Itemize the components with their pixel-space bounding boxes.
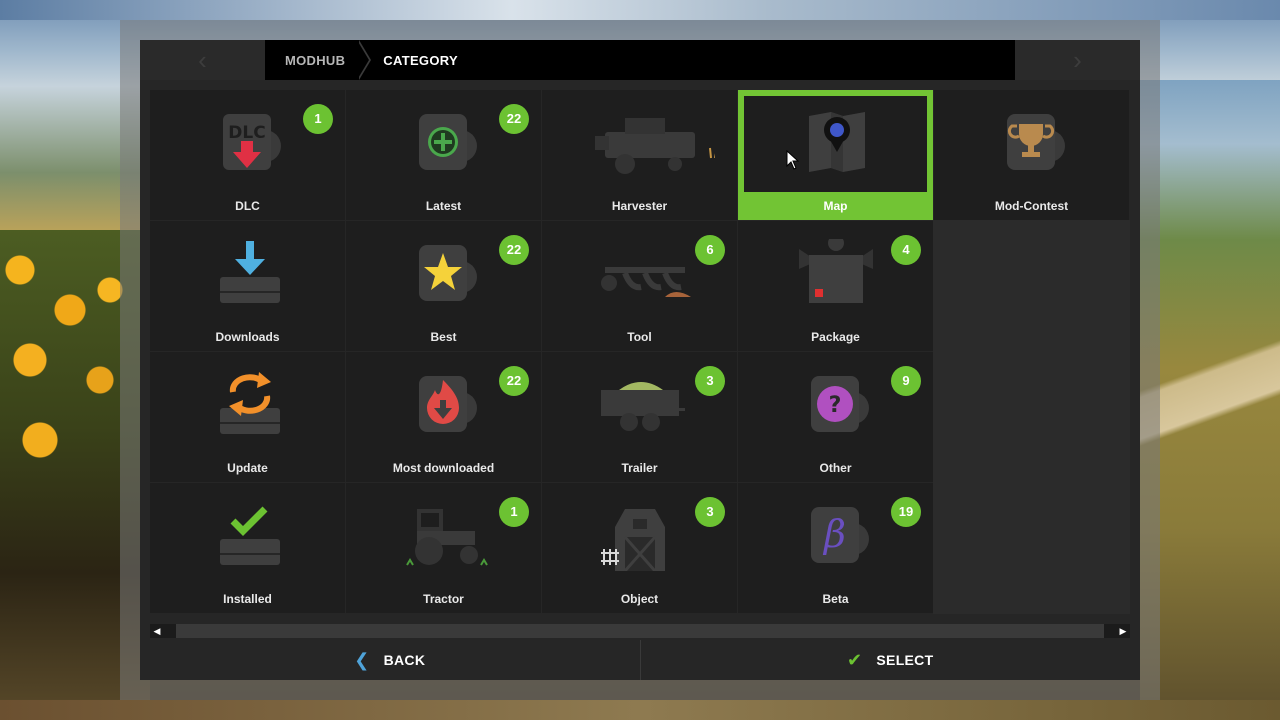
tile-map[interactable]: Map <box>738 90 933 220</box>
tile-label: Package <box>811 330 860 344</box>
tile-trailer[interactable]: 3 Trailer <box>542 352 737 482</box>
harvester-icon <box>594 118 715 174</box>
tile-label: Tractor <box>423 592 464 606</box>
tractor-icon <box>405 509 488 566</box>
select-button[interactable]: ✔ SELECT <box>641 640 1141 680</box>
tile-label: Beta <box>822 592 849 606</box>
tile-tractor[interactable]: 1 Tractor <box>346 483 541 613</box>
tile-label: Mod-Contest <box>994 199 1069 213</box>
tile-latest[interactable]: 22 Latest <box>346 90 541 220</box>
tile-downloads[interactable]: Downloads <box>150 221 345 351</box>
breadcrumb-separator <box>357 40 375 80</box>
background-ground <box>0 700 1280 720</box>
svg-text:DLC: DLC <box>228 123 265 143</box>
tile-label: Best <box>430 330 457 344</box>
trailer-icon <box>600 382 685 431</box>
background-farm-road <box>1140 80 1280 720</box>
installed-check-icon <box>219 506 280 565</box>
count-badge: 22 <box>499 366 529 396</box>
plus-icon <box>418 114 477 170</box>
question-icon: ? <box>810 376 869 432</box>
breadcrumb-root[interactable]: MODHUB <box>265 53 345 68</box>
back-button[interactable]: ❮ BACK <box>140 640 641 680</box>
tile-label: Installed <box>223 592 272 606</box>
count-badge: 22 <box>499 104 529 134</box>
tile-label: Map <box>823 199 848 213</box>
count-badge: 22 <box>499 235 529 265</box>
count-badge: 6 <box>695 235 725 265</box>
tile-installed[interactable]: Installed <box>150 483 345 613</box>
tile-label: Latest <box>425 199 462 213</box>
tile-other[interactable]: ? 9 Other <box>738 352 933 482</box>
flame-download-icon <box>418 376 477 432</box>
breadcrumb: MODHUB CATEGORY <box>265 40 1015 80</box>
tile-label: Update <box>227 461 268 475</box>
tile-package[interactable]: 4 Package <box>738 221 933 351</box>
empty-grid-area <box>933 220 1130 614</box>
tile-label: Harvester <box>611 199 668 213</box>
tile-label: Downloads <box>215 330 280 344</box>
update-sync-icon <box>219 372 280 434</box>
select-label: SELECT <box>876 652 934 668</box>
mouse-cursor-icon <box>786 150 800 170</box>
tile-object[interactable]: 3 Object <box>542 483 737 613</box>
count-badge: 3 <box>695 366 725 396</box>
star-icon <box>418 245 477 301</box>
count-badge: 9 <box>891 366 921 396</box>
tile-harvester[interactable]: Harvester <box>542 90 737 220</box>
horizontal-scrollbar[interactable]: ◀ ▶ <box>150 624 1130 638</box>
count-badge: 4 <box>891 235 921 265</box>
tile-update[interactable]: Update <box>150 352 345 482</box>
breadcrumb-current: CATEGORY <box>383 52 458 68</box>
back-label: BACK <box>383 652 426 668</box>
dlc-download-icon: DLC <box>222 114 281 170</box>
scrollbar-thumb[interactable] <box>176 624 1104 638</box>
tile-label: DLC <box>235 199 260 213</box>
chevron-left-icon: ❮ <box>354 649 370 670</box>
svg-text:β: β <box>822 512 846 556</box>
tile-label: Other <box>819 461 852 475</box>
count-badge: 3 <box>695 497 725 527</box>
scroll-left-icon[interactable]: ◀ <box>150 624 164 638</box>
previous-page-arrow[interactable]: ‹ <box>140 40 265 80</box>
download-tray-icon <box>219 241 280 303</box>
count-badge: 19 <box>891 497 921 527</box>
count-badge: 1 <box>303 104 333 134</box>
svg-text:?: ? <box>828 393 841 418</box>
tile-most-downloaded[interactable]: 22 Most downloaded <box>346 352 541 482</box>
tile-label: Most downloaded <box>392 461 495 475</box>
barn-icon <box>600 509 665 571</box>
tile-tool[interactable]: 6 Tool <box>542 221 737 351</box>
tile-label: Object <box>620 592 659 606</box>
footer-bar: ❮ BACK ✔ SELECT <box>140 640 1140 680</box>
next-page-arrow[interactable]: › <box>1015 40 1140 80</box>
tile-mod-contest[interactable]: Mod-Contest <box>934 90 1129 220</box>
beta-icon: β <box>810 507 869 563</box>
map-pin-icon <box>808 112 865 172</box>
trophy-icon <box>1006 114 1065 170</box>
tile-best[interactable]: 22 Best <box>346 221 541 351</box>
scroll-right-icon[interactable]: ▶ <box>1116 624 1130 638</box>
tile-beta[interactable]: β 19 Beta <box>738 483 933 613</box>
tile-label: Tool <box>627 330 652 344</box>
checkmark-icon: ✔ <box>847 649 863 670</box>
tile-label: Trailer <box>621 461 658 475</box>
tile-dlc[interactable]: DLC 1 DLC <box>150 90 345 220</box>
package-icon <box>798 239 873 303</box>
plough-icon <box>600 267 691 297</box>
count-badge: 1 <box>499 497 529 527</box>
background-sky <box>0 0 1280 20</box>
